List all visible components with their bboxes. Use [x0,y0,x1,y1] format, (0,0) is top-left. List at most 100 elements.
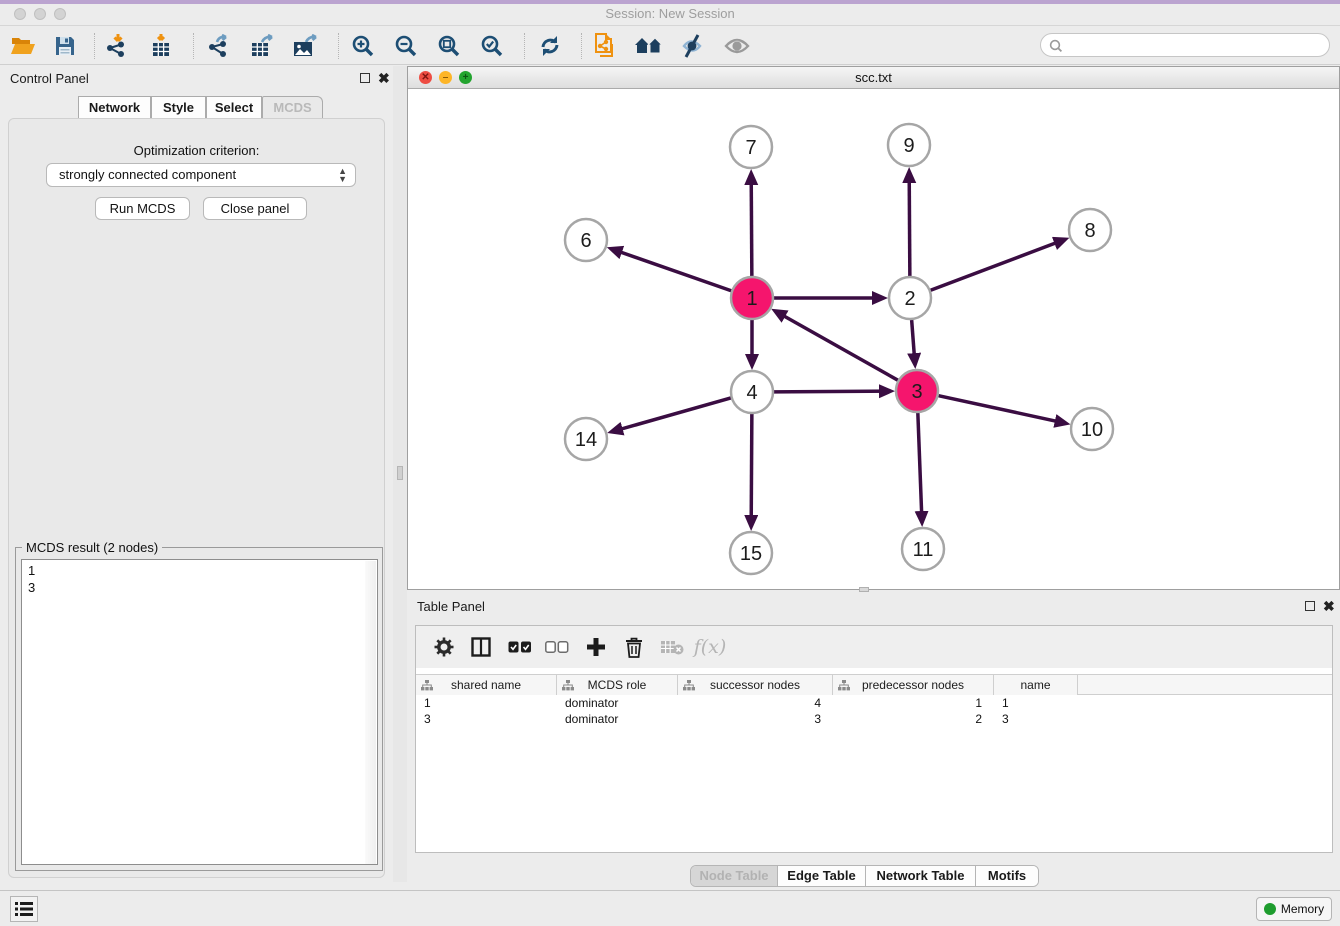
close-panel-button[interactable]: Close panel [203,197,307,220]
tab-select[interactable]: Select [206,96,262,119]
window-resize-grip[interactable] [859,587,869,592]
graph-node-6[interactable]: 6 [565,219,607,261]
titlebar-accent-strip [0,0,1340,4]
zoom-out-icon[interactable] [389,30,423,62]
column-header-shared-name[interactable]: shared name [416,675,557,695]
tab-edge-table[interactable]: Edge Table [778,866,866,887]
table-cell[interactable]: dominator [557,711,678,727]
svg-text:8: 8 [1084,220,1095,242]
tab-style[interactable]: Style [151,96,206,119]
result-scrollbar[interactable] [365,561,376,865]
tab-mcds[interactable]: MCDS [262,96,323,119]
graph-node-11[interactable]: 11 [902,528,944,570]
show-columns-icon[interactable] [465,632,497,662]
svg-text:2: 2 [904,288,915,310]
show-all-icon[interactable] [720,30,754,62]
graph-edge-1-7[interactable] [751,175,752,276]
graph-node-7[interactable]: 7 [730,126,772,168]
refresh-icon[interactable] [533,30,567,62]
table-cell[interactable]: 3 [678,711,833,727]
graph-node-1[interactable]: 1 [731,277,773,319]
tab-motifs[interactable]: Motifs [976,866,1038,887]
application-window: Session: New Session [0,0,1340,926]
import-table-icon[interactable] [144,30,178,62]
table-row[interactable]: 1dominator411 [416,695,1332,711]
float-table-panel-icon[interactable] [1305,601,1315,611]
select-all-icon[interactable] [504,632,536,662]
run-mcds-button[interactable]: Run MCDS [95,197,190,220]
splitter-grip[interactable] [397,466,403,480]
graph-node-8[interactable]: 8 [1069,209,1111,251]
graph-node-15[interactable]: 15 [730,532,772,574]
control-panel-title: Control Panel [10,71,89,86]
zoom-in-icon[interactable] [346,30,380,62]
graph-edge-4-14[interactable] [613,398,731,431]
graph-edge-2-8[interactable] [931,240,1064,290]
zoom-fit-icon[interactable] [432,30,466,62]
table-row[interactable]: 3dominator323 [416,711,1332,727]
create-column-icon[interactable] [580,632,612,662]
graph-node-4[interactable]: 4 [731,371,773,413]
table-cell[interactable]: 4 [678,695,833,711]
column-hierarchy-icon [562,680,574,691]
result-item[interactable]: 3 [28,579,377,596]
import-network-icon[interactable] [101,30,135,62]
app-titlebar: Session: New Session [0,0,1340,26]
save-session-icon[interactable] [48,30,82,62]
graph-edge-4-3[interactable] [774,391,889,392]
graph-edge-3-1[interactable] [776,312,897,380]
zoom-selected-icon[interactable] [475,30,509,62]
graph-node-2[interactable]: 2 [889,277,931,319]
graph-edge-2-9[interactable] [909,173,910,276]
table-settings-icon[interactable] [428,632,460,662]
export-table-icon[interactable] [246,30,280,62]
memory-button[interactable]: Memory [1256,897,1332,921]
tab-network[interactable]: Network [78,96,151,119]
delete-column-icon[interactable] [618,632,650,662]
graph-node-3[interactable]: 3 [896,370,938,412]
column-header-name[interactable]: name [994,675,1078,695]
new-network-from-selection-icon[interactable] [588,30,622,62]
close-table-panel-icon[interactable]: ✖ [1323,597,1335,615]
svg-text:11: 11 [913,539,934,561]
export-network-icon[interactable] [203,30,237,62]
column-header-successor-nodes[interactable]: successor nodes [678,675,833,695]
open-file-icon[interactable] [6,30,40,62]
graph-node-14[interactable]: 14 [565,418,607,460]
table-cell[interactable]: 3 [994,711,1078,727]
toolbar-separator [338,33,339,59]
table-header-row: shared nameMCDS rolesuccessor nodesprede… [416,674,1332,695]
graph-edge-3-11[interactable] [918,413,922,521]
vertical-splitter[interactable] [393,66,407,882]
graph-node-9[interactable]: 9 [888,124,930,166]
svg-text:3: 3 [911,381,922,403]
graph-node-10[interactable]: 10 [1071,408,1113,450]
float-panel-icon[interactable] [360,73,370,83]
mcds-result-list[interactable]: 13 [21,559,378,865]
tab-network-table[interactable]: Network Table [866,866,976,887]
hide-selected-icon[interactable] [675,30,709,62]
panel-list-button[interactable] [10,896,38,922]
search-input[interactable] [1067,35,1323,55]
graph-edge-2-3[interactable] [912,320,915,363]
table-cell[interactable]: 1 [833,695,994,711]
graph-edge-1-6[interactable] [612,249,731,291]
close-panel-icon[interactable]: ✖ [378,69,390,87]
graph-edge-3-10[interactable] [938,396,1064,423]
graph-edge-4-15[interactable] [751,414,752,525]
table-cell[interactable]: 2 [833,711,994,727]
criterion-select[interactable]: strongly connected component ▲▼ [46,163,356,187]
table-cell[interactable]: dominator [557,695,678,711]
table-cell[interactable]: 1 [994,695,1078,711]
export-image-icon[interactable] [289,30,323,62]
deselect-all-icon[interactable] [541,632,573,662]
network-canvas[interactable]: 7 9 6 8 1 2 4 3 14 10 15 11 [408,89,1339,589]
first-neighbors-icon[interactable] [632,30,666,62]
tab-node-table[interactable]: Node Table [691,866,778,887]
column-header-MCDS-role[interactable]: MCDS role [557,675,678,695]
network-window-titlebar[interactable]: ✕ – + scc.txt [408,67,1339,89]
result-item[interactable]: 1 [28,562,377,579]
column-header-predecessor-nodes[interactable]: predecessor nodes [833,675,994,695]
table-cell[interactable]: 3 [416,711,557,727]
table-cell[interactable]: 1 [416,695,557,711]
